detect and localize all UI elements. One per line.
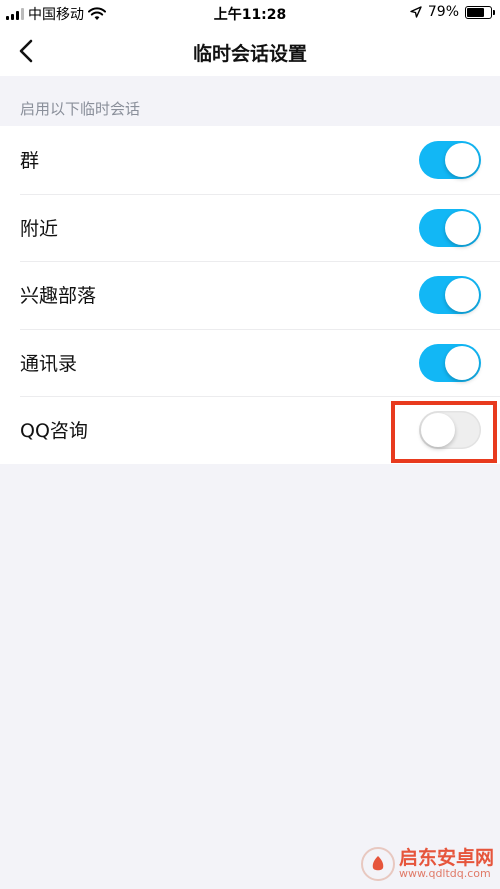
setting-label: 通讯录	[20, 352, 78, 375]
page-title: 临时会话设置	[192, 43, 307, 65]
setting-row-group: 群	[0, 126, 500, 194]
group-toggle[interactable]	[419, 141, 481, 179]
toggle-knob	[445, 345, 479, 380]
setting-label: 兴趣部落	[20, 285, 97, 308]
status-bar-right: 79%	[410, 4, 495, 20]
toggle-knob	[445, 278, 479, 312]
setting-row-nearby: 附近	[0, 193, 500, 262]
setting-row-qq-consult: QQ咨询	[0, 396, 500, 464]
setting-label: 群	[20, 150, 40, 173]
battery-percent: 79%	[427, 4, 459, 20]
setting-row-contacts: 通讯录	[0, 328, 500, 397]
settings-list: 群 附近 兴趣部落 通讯录 QQ咨询	[0, 126, 500, 464]
toggle-knob	[421, 413, 455, 447]
status-bar: 中国移动 上午11:28 79%	[0, 0, 500, 26]
watermark-text: 启东安卓网 www.qdltdq.com	[399, 848, 494, 880]
setting-label: 附近	[20, 217, 59, 240]
location-arrow-icon	[410, 6, 422, 18]
watermark-main: 启东安卓网	[398, 847, 494, 869]
app-screen: 中国移动 上午11:28 79% 临时会话设置 启用以下临时会话 群 附近 兴趣…	[0, 0, 500, 889]
watermark-sub: www.qdltdq.com	[398, 867, 491, 880]
battery-icon	[465, 5, 495, 19]
battery-fill	[467, 7, 484, 17]
interest-tribe-toggle[interactable]	[419, 276, 481, 314]
qq-consult-toggle[interactable]	[419, 411, 481, 449]
setting-label: QQ咨询	[20, 420, 88, 443]
setting-row-interest-tribe: 兴趣部落	[0, 261, 500, 329]
watermark-logo-icon	[360, 847, 395, 881]
nav-bar: 临时会话设置	[0, 26, 500, 76]
nearby-toggle[interactable]	[419, 208, 481, 247]
section-header: 启用以下临时会话	[20, 100, 141, 118]
watermark: 启东安卓网 www.qdltdq.com	[360, 847, 494, 881]
contacts-toggle[interactable]	[419, 343, 481, 382]
toggle-knob	[445, 143, 479, 177]
toggle-knob	[445, 210, 479, 245]
